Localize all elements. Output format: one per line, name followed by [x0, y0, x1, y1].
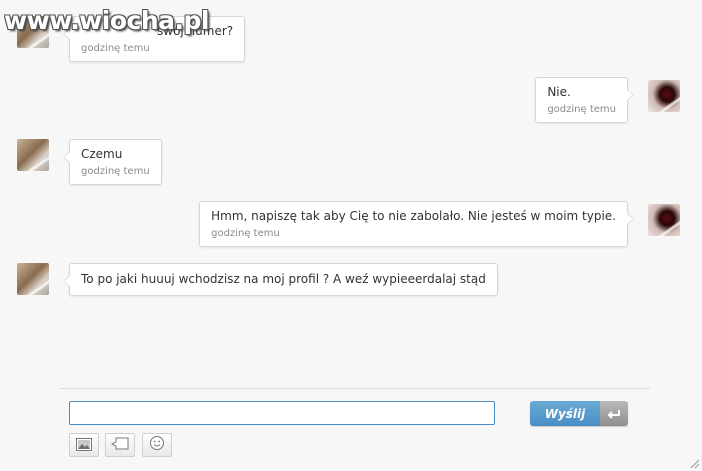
message-bubble: To po jaki huuuj wchodzisz na moj profil… — [63, 263, 498, 296]
enter-arrow-icon — [600, 401, 628, 426]
speech-bubble-icon — [110, 436, 129, 455]
smiley-icon — [149, 435, 165, 455]
divider — [60, 388, 650, 389]
message-text: Nie. — [547, 85, 571, 99]
message-bubble: Nie. godzinę temu — [535, 77, 634, 123]
image-upload-button[interactable] — [69, 433, 99, 457]
message-bubble: Czemu godzinę temu — [63, 139, 162, 185]
avatar[interactable] — [648, 204, 680, 236]
message-timestamp: godzinę temu — [81, 166, 150, 177]
message-bubble: Hmm, napiszę tak aby Cię to nie zabolało… — [199, 201, 634, 247]
sticker-button[interactable] — [105, 433, 135, 457]
avatar[interactable] — [648, 80, 680, 112]
message-text: Czemu — [81, 147, 123, 161]
message-timestamp: godzinę temu — [211, 228, 280, 239]
emoji-button[interactable] — [142, 433, 172, 457]
watermark: www.wiocha.pl — [4, 6, 209, 35]
avatar[interactable] — [17, 139, 49, 171]
send-button-label: Wyślij — [530, 401, 600, 426]
message-text: To po jaki huuuj wchodzisz na moj profil… — [81, 272, 486, 286]
message-text: Hmm, napiszę tak aby Cię to nie zabolało… — [211, 209, 616, 223]
message-timestamp: godzinę temu — [81, 43, 150, 54]
image-icon — [76, 436, 92, 455]
send-button[interactable]: Wyślij — [530, 401, 628, 426]
avatar[interactable] — [17, 263, 49, 295]
message-timestamp: godzinę temu — [547, 104, 616, 115]
resize-grip-icon — [690, 459, 700, 469]
message-input[interactable] — [69, 401, 495, 425]
